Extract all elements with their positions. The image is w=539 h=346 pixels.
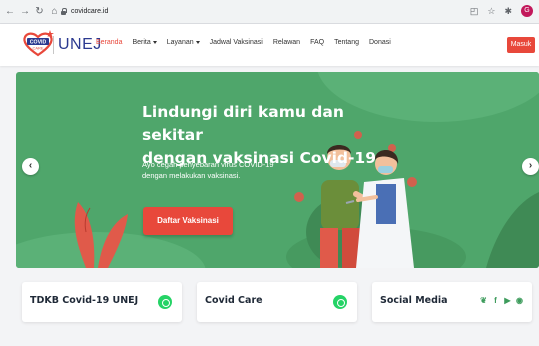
profile-avatar[interactable]: G [521, 5, 533, 17]
share-icon[interactable]: ◰ [470, 6, 479, 17]
hero-banner: Lindungi diri kamu dan sekitar dengan va… [16, 72, 539, 268]
star-icon[interactable]: ☆ [487, 6, 495, 17]
menu-item-jadwal-vaksinasi[interactable]: Jadwal Vaksinasi [210, 39, 263, 46]
login-button[interactable]: Masuk [507, 37, 535, 53]
browser-nav: ← → ↻ ⌂ [5, 6, 59, 17]
svg-text:CARE: CARE [32, 46, 43, 51]
hero-subtitle: Ayo cegah penyebaran virus COVID-19 deng… [142, 160, 274, 180]
card-tdkb[interactable]: TDKB Covid-19 UNEJ [22, 282, 182, 322]
whatsapp-icon[interactable] [333, 295, 347, 309]
reload-icon[interactable]: ↻ [35, 6, 44, 17]
card-title: Covid Care [205, 295, 263, 306]
menu-item-faq[interactable]: FAQ [310, 39, 324, 46]
caret-down-icon [152, 40, 157, 44]
whatsapp-icon[interactable] [158, 295, 172, 309]
back-icon[interactable]: ← [5, 6, 15, 17]
carousel-prev-button[interactable]: ‹ [22, 158, 39, 175]
chevron-right-icon: › [528, 160, 533, 171]
chevron-left-icon: ‹ [28, 160, 33, 171]
caret-down-icon [195, 40, 200, 44]
covid-care-logo[interactable]: COVID CARE [20, 28, 56, 58]
menu-item-beranda[interactable]: Beranda [96, 39, 122, 46]
card-covid-care[interactable]: Covid Care [197, 282, 357, 322]
social-icons: ❦ f ▶ ◉ [479, 296, 524, 305]
card-social-media: Social Media ❦ f ▶ ◉ [372, 282, 532, 322]
card-title: Social Media [380, 295, 448, 306]
extensions-icon[interactable]: ✱ [504, 6, 512, 17]
menu-item-relawan[interactable]: Relawan [273, 39, 300, 46]
browser-toolbar: ← → ↻ ⌂ covidcare.id ◰ ☆ ✱ G [0, 0, 539, 24]
address-bar[interactable]: covidcare.id [60, 4, 455, 19]
url-text: covidcare.id [71, 8, 109, 15]
card-title: TDKB Covid-19 UNEJ [30, 295, 139, 306]
carousel-next-button[interactable]: › [522, 158, 539, 175]
youtube-icon[interactable]: ▶ [503, 296, 512, 305]
menu-item-berita[interactable]: Berita [132, 39, 157, 46]
logo-divider [53, 36, 54, 54]
browser-actions: ◰ ☆ ✱ G [470, 5, 533, 17]
twitter-icon[interactable]: ❦ [479, 296, 488, 305]
instagram-icon[interactable]: ◉ [515, 296, 524, 305]
site-header: COVID CARE UNEJ Beranda Berita Layanan J… [0, 24, 539, 66]
menu-item-tentang[interactable]: Tentang [334, 39, 359, 46]
main-menu: Beranda Berita Layanan Jadwal Vaksinasi … [96, 39, 401, 46]
facebook-icon[interactable]: f [491, 296, 500, 305]
forward-icon[interactable]: → [20, 6, 30, 17]
menu-item-donasi[interactable]: Donasi [369, 39, 391, 46]
menu-item-layanan[interactable]: Layanan [167, 39, 200, 46]
lock-icon [60, 7, 67, 16]
home-icon[interactable]: ⌂ [50, 6, 59, 17]
register-vaccination-button[interactable]: Daftar Vaksinasi [143, 207, 233, 235]
